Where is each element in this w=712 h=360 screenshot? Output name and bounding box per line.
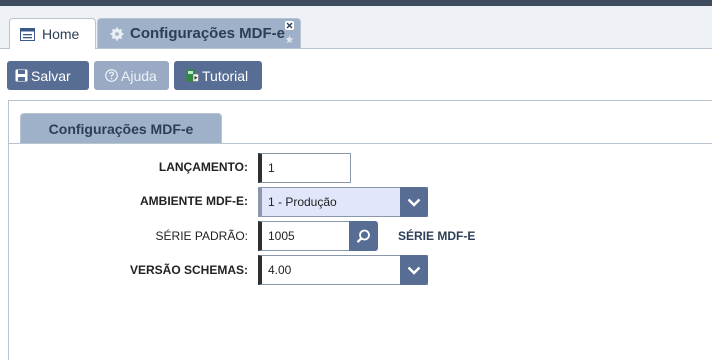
close-icon[interactable] bbox=[285, 21, 294, 30]
floppy-disk-icon bbox=[15, 69, 28, 82]
serie-value: 1005 bbox=[268, 229, 295, 243]
pin-icon[interactable] bbox=[285, 35, 294, 44]
save-button[interactable]: Salvar bbox=[7, 61, 89, 90]
ambiente-value: 1 - Produção bbox=[268, 195, 337, 209]
versao-select[interactable]: 4.00 bbox=[258, 255, 428, 285]
section-divider bbox=[9, 143, 712, 144]
serie-field[interactable]: 1005 bbox=[258, 221, 350, 251]
section-tab[interactable]: Configurações MDF-e bbox=[20, 113, 222, 144]
chevron-down-icon bbox=[407, 266, 421, 275]
ambiente-dropdown-button[interactable] bbox=[400, 187, 428, 217]
help-button[interactable]: Ajuda bbox=[94, 61, 169, 90]
tutorial-button-label: Tutorial bbox=[202, 67, 249, 84]
toolbar: Salvar Ajuda Tutorial bbox=[0, 49, 712, 99]
tab-configuracoes-label: Configurações MDF-e bbox=[130, 25, 286, 42]
search-icon bbox=[356, 229, 370, 243]
tab-strip: Home Configurações MDF-e bbox=[0, 6, 712, 49]
versao-dropdown-button[interactable] bbox=[400, 255, 428, 285]
section-tab-label: Configurações MDF-e bbox=[48, 121, 194, 137]
chevron-down-icon bbox=[407, 198, 421, 207]
ambiente-label: AMBIENTE MDF-E: bbox=[140, 194, 248, 208]
lancamento-label: LANÇAMENTO: bbox=[158, 160, 248, 174]
tab-configuracoes-mdfe[interactable]: Configurações MDF-e bbox=[97, 18, 301, 48]
serie-label: SÉRIE PADRÃO: bbox=[155, 229, 248, 243]
question-icon bbox=[105, 69, 118, 82]
save-button-label: Salvar bbox=[31, 67, 71, 84]
lancamento-value: 1 bbox=[268, 161, 275, 175]
window-icon bbox=[20, 27, 35, 41]
versao-value: 4.00 bbox=[268, 263, 292, 277]
tab-home[interactable]: Home bbox=[9, 18, 96, 49]
tab-home-label: Home bbox=[42, 26, 80, 42]
tutorial-button[interactable]: Tutorial bbox=[174, 61, 262, 90]
serie-search-button[interactable] bbox=[349, 221, 378, 251]
video-icon bbox=[186, 69, 199, 82]
ambiente-select[interactable]: 1 - Produção bbox=[258, 187, 428, 217]
serie-mdfe-link[interactable]: SÉRIE MDF-E bbox=[398, 229, 475, 243]
versao-label: VERSÃO SCHEMAS: bbox=[129, 263, 248, 277]
help-button-label: Ajuda bbox=[121, 67, 157, 84]
gear-icon bbox=[110, 27, 124, 40]
lancamento-field[interactable]: 1 bbox=[258, 153, 351, 183]
